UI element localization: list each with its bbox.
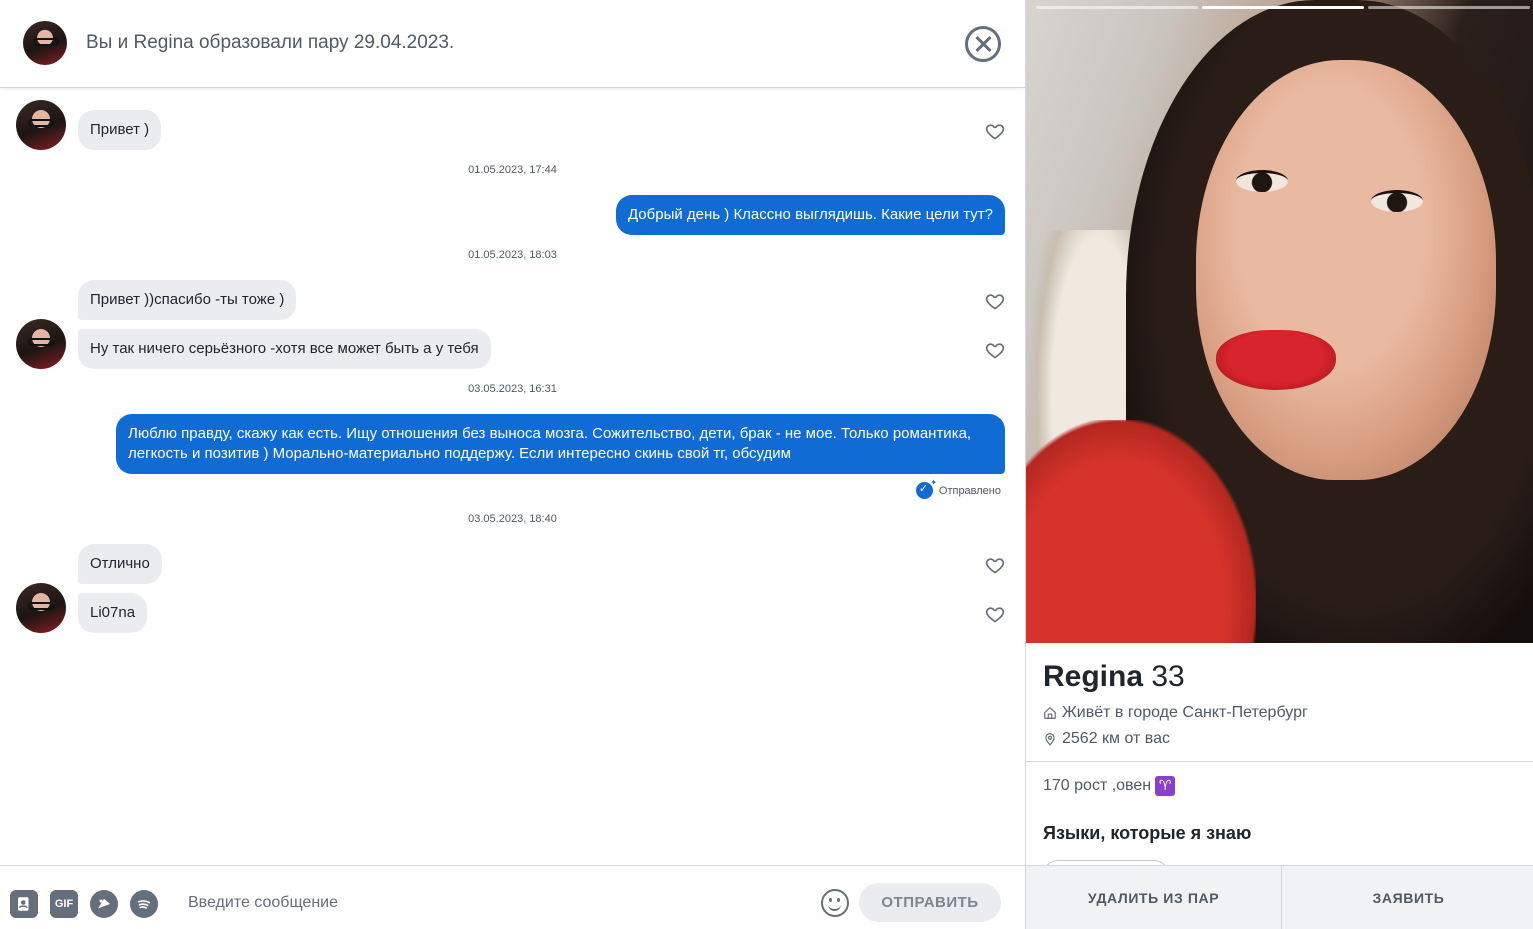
like-heart-icon[interactable] bbox=[985, 340, 1005, 360]
match-title: Вы и Regina образовали пару 29.04.2023. bbox=[86, 32, 455, 53]
profile-bio: 170 рост ,овен ♈ bbox=[1043, 776, 1176, 796]
chat-panel: Вы и Regina образовали пару 29.04.2023. … bbox=[0, 0, 1025, 929]
photo-dress bbox=[1026, 420, 1256, 643]
photo-face bbox=[1196, 60, 1496, 480]
contact-card-icon[interactable] bbox=[10, 890, 38, 918]
photo-progress-3[interactable] bbox=[1368, 6, 1530, 9]
like-heart-icon[interactable] bbox=[985, 121, 1005, 141]
outgoing-message[interactable]: Люблю правду, скажу как есть. Ищу отноше… bbox=[116, 414, 1005, 474]
like-heart-icon[interactable] bbox=[985, 291, 1005, 311]
profile-name: Regina 33 bbox=[1043, 660, 1185, 694]
gif-label: GIF bbox=[54, 898, 74, 910]
avatar-image bbox=[28, 119, 54, 127]
profile-first-name: Regina bbox=[1043, 660, 1144, 693]
distance-line: 2562 км от вас bbox=[1043, 730, 1170, 748]
message-input[interactable] bbox=[188, 892, 788, 914]
incoming-message[interactable]: Привет ) bbox=[78, 110, 162, 150]
timestamp: 01.05.2023, 17:44 bbox=[468, 164, 557, 176]
sticker-glyph bbox=[98, 898, 110, 909]
distance-label: 2562 км от вас bbox=[1062, 730, 1171, 747]
photo-eye bbox=[1371, 190, 1423, 212]
sender-avatar[interactable] bbox=[16, 100, 66, 150]
spark-icon: ✦ bbox=[930, 478, 937, 487]
profile-age: 33 bbox=[1151, 660, 1185, 693]
like-heart-icon[interactable] bbox=[985, 604, 1005, 624]
sent-check-icon: ✦ bbox=[915, 478, 937, 499]
city-label: Живёт в городе Санкт-Петербург bbox=[1062, 704, 1308, 721]
unmatch-button[interactable]: УДАЛИТЬ ИЗ ПАР bbox=[1026, 866, 1282, 929]
profile-actions: УДАЛИТЬ ИЗ ПАР ЗАЯВИТЬ bbox=[1026, 865, 1533, 929]
avatar-image bbox=[28, 602, 54, 610]
profile-photo[interactable] bbox=[1026, 0, 1533, 643]
languages-title: Языки, которые я знаю bbox=[1043, 823, 1252, 843]
app-root: Вы и Regina образовали пару 29.04.2023. … bbox=[0, 0, 1533, 929]
contact-card-glyph bbox=[18, 897, 29, 911]
photo-progress-2[interactable] bbox=[1202, 6, 1364, 9]
sender-avatar[interactable] bbox=[16, 583, 66, 633]
bio-text: 170 рост ,овен bbox=[1043, 777, 1152, 794]
aries-icon: ♈ bbox=[1155, 776, 1176, 796]
like-heart-icon[interactable] bbox=[985, 555, 1005, 575]
emoji-icon[interactable] bbox=[821, 889, 849, 917]
outgoing-message[interactable]: Добрый день ) Классно выглядишь. Какие ц… bbox=[615, 195, 1005, 235]
divider bbox=[1026, 761, 1533, 762]
photo-eye bbox=[1236, 170, 1288, 192]
timestamp: 03.05.2023, 16:31 bbox=[468, 383, 557, 395]
sender-avatar[interactable] bbox=[16, 319, 66, 369]
spotify-glyph bbox=[137, 900, 151, 909]
gif-icon[interactable]: GIF bbox=[50, 890, 78, 918]
sticker-icon[interactable] bbox=[90, 890, 118, 918]
photo-lips bbox=[1216, 330, 1336, 390]
incoming-message[interactable]: Li07na bbox=[78, 593, 148, 633]
message-composer: GIF ОТПРАВИТЬ bbox=[0, 865, 1025, 929]
timestamp: 03.05.2023, 18:40 bbox=[468, 513, 557, 525]
avatar-image bbox=[33, 38, 59, 46]
close-icon[interactable] bbox=[965, 26, 1001, 62]
spotify-icon[interactable] bbox=[130, 890, 158, 918]
delivery-status: ✦ Отправлено bbox=[915, 478, 1001, 499]
incoming-message[interactable]: Ну так ничего серьёзного -хотя все может… bbox=[78, 329, 491, 369]
profile-panel: Regina 33 Живёт в городе Санкт-Петербург… bbox=[1025, 0, 1533, 929]
match-avatar[interactable] bbox=[23, 21, 67, 65]
avatar-image bbox=[28, 338, 54, 346]
send-button[interactable]: ОТПРАВИТЬ bbox=[859, 883, 1001, 922]
photo-progress-1[interactable] bbox=[1036, 6, 1198, 9]
incoming-message[interactable]: Отлично bbox=[78, 544, 162, 584]
location-pin-icon bbox=[1045, 733, 1055, 746]
report-button[interactable]: ЗАЯВИТЬ bbox=[1283, 866, 1533, 929]
home-icon bbox=[1044, 706, 1056, 719]
timestamp: 01.05.2023, 18:03 bbox=[468, 249, 557, 261]
chat-header: Вы и Regina образовали пару 29.04.2023. bbox=[0, 0, 1025, 88]
city-line: Живёт в городе Санкт-Петербург bbox=[1043, 704, 1308, 722]
status-label: Отправлено bbox=[938, 484, 1001, 497]
incoming-message[interactable]: Привет ))спасибо -ты тоже ) bbox=[78, 280, 297, 320]
